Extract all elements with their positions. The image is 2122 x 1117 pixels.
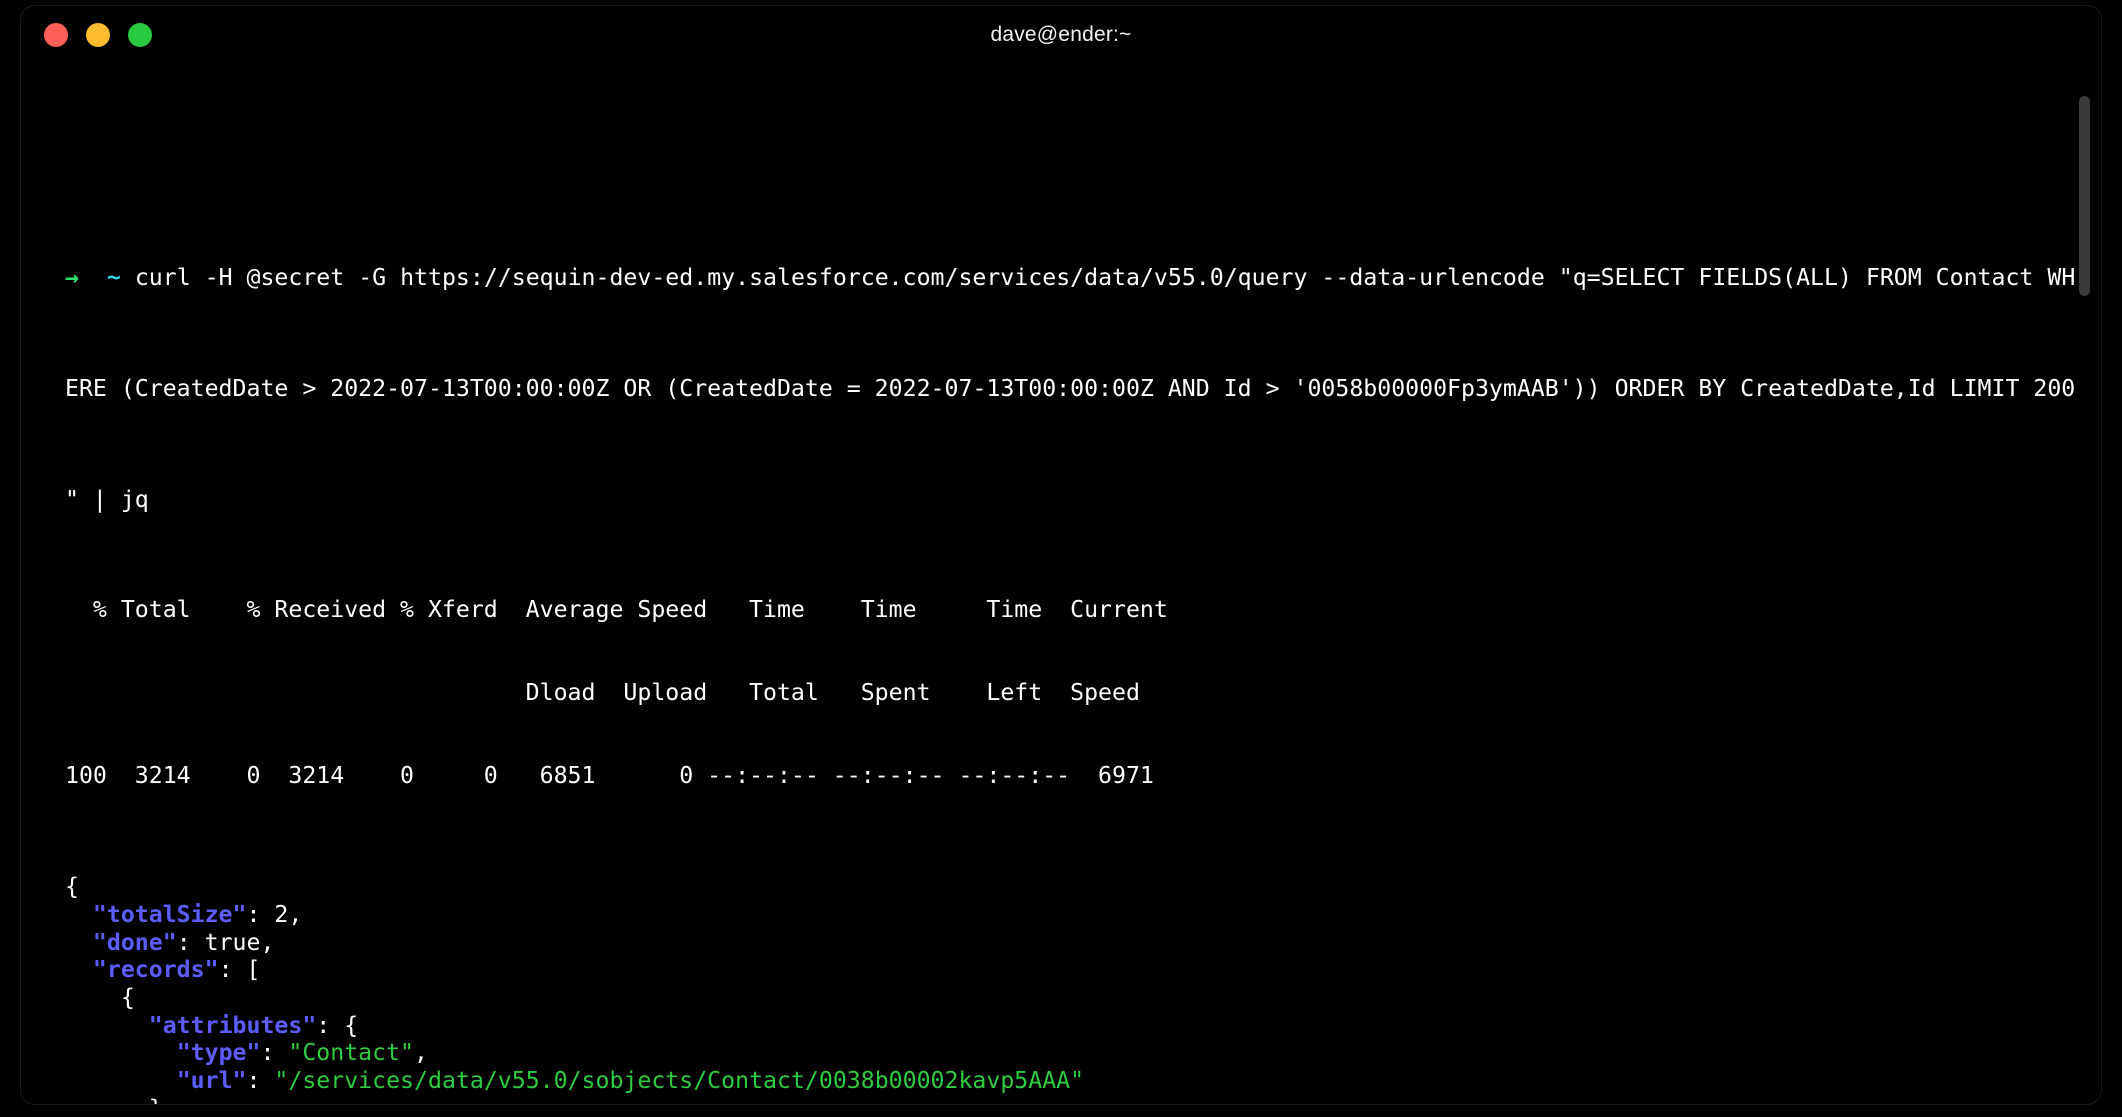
json-token-plain [65,901,93,928]
json-token-key: "url" [176,1067,247,1095]
json-token-plain [65,1039,177,1066]
json-token-punct: : { [316,1011,359,1039]
json-line: "done": true, [65,929,2073,957]
command-line-1: → ~ curl -H @secret -G https://sequin-de… [65,263,2076,292]
json-token-key: "done" [92,928,177,956]
json-token-string: "Contact" [288,1039,415,1067]
window-title: dave@ender:~ [990,23,1132,46]
json-line: "url": "/services/data/v55.0/sobjects/Co… [65,1067,2073,1095]
command-line-3: " | jq [65,486,2073,514]
command-text-part-2: ERE (CreatedDate > 2022-07-13T00:00:00Z … [65,374,2076,402]
json-line: "records": [ [65,956,2073,984]
json-token-string: "/services/data/v55.0/sobjects/Contact/0… [274,1067,1085,1095]
json-token-key: "totalSize" [92,900,247,928]
json-token-plain [65,1067,177,1094]
title-bar[interactable]: dave@ender:~ [21,6,2101,64]
minimize-button[interactable] [86,23,110,47]
json-token-key: "type" [176,1039,261,1067]
json-token-punct: }, [65,1095,177,1104]
close-button[interactable] [44,23,68,47]
json-line: }, [65,1095,2073,1104]
terminal-window: dave@ender:~ → ~ curl -H @secret -G http… [21,6,2101,1104]
scrollbar-track[interactable] [2079,64,2093,1104]
json-token-punct: : [246,1067,275,1095]
json-token-key: "records" [92,956,219,984]
window-controls [44,23,152,47]
curl-progress-values-row: 100 3214 0 3214 0 0 6851 0 --:--:-- --:-… [65,762,1154,790]
prompt-arrow-icon: → [65,263,79,291]
curl-progress-header-row-1: % Total % Received % Xferd Average Speed… [65,596,1168,624]
json-token-punct: { [65,984,135,1012]
json-line: "totalSize": 2, [65,901,2073,929]
json-token-punct: : [260,1039,289,1067]
json-token-key: "attributes" [148,1011,317,1039]
json-token-punct: : true, [176,928,275,956]
json-token-plain [65,929,93,956]
json-token-punct: , [414,1039,428,1067]
maximize-button[interactable] [128,23,152,47]
json-line: { [65,873,2073,901]
scrollbar-thumb[interactable] [2079,96,2090,296]
json-output: { "totalSize": 2, "done": true, "records… [65,873,2073,1104]
json-token-punct: : 2, [246,900,303,928]
curl-progress-header-row-2: Dload Upload Total Spent Left Speed [65,679,1140,707]
terminal-output: → ~ curl -H @secret -G https://sequin-de… [21,70,2101,1104]
json-line: "type": "Contact", [65,1039,2073,1067]
prompt-tilde: ~ [106,263,121,291]
terminal-body[interactable]: → ~ curl -H @secret -G https://sequin-de… [21,64,2101,1104]
json-line: { [65,984,2073,1012]
command-text-part-3: " | jq [65,485,149,513]
json-token-plain [65,956,93,983]
json-token-punct: { [65,873,79,901]
json-token-punct: : [ [218,956,261,984]
json-line: "attributes": { [65,1012,2073,1040]
command-text-part-1: curl -H @secret -G https://sequin-dev-ed… [134,263,2076,291]
json-token-plain [65,1012,149,1039]
command-line-2: ERE (CreatedDate > 2022-07-13T00:00:00Z … [65,374,2076,403]
